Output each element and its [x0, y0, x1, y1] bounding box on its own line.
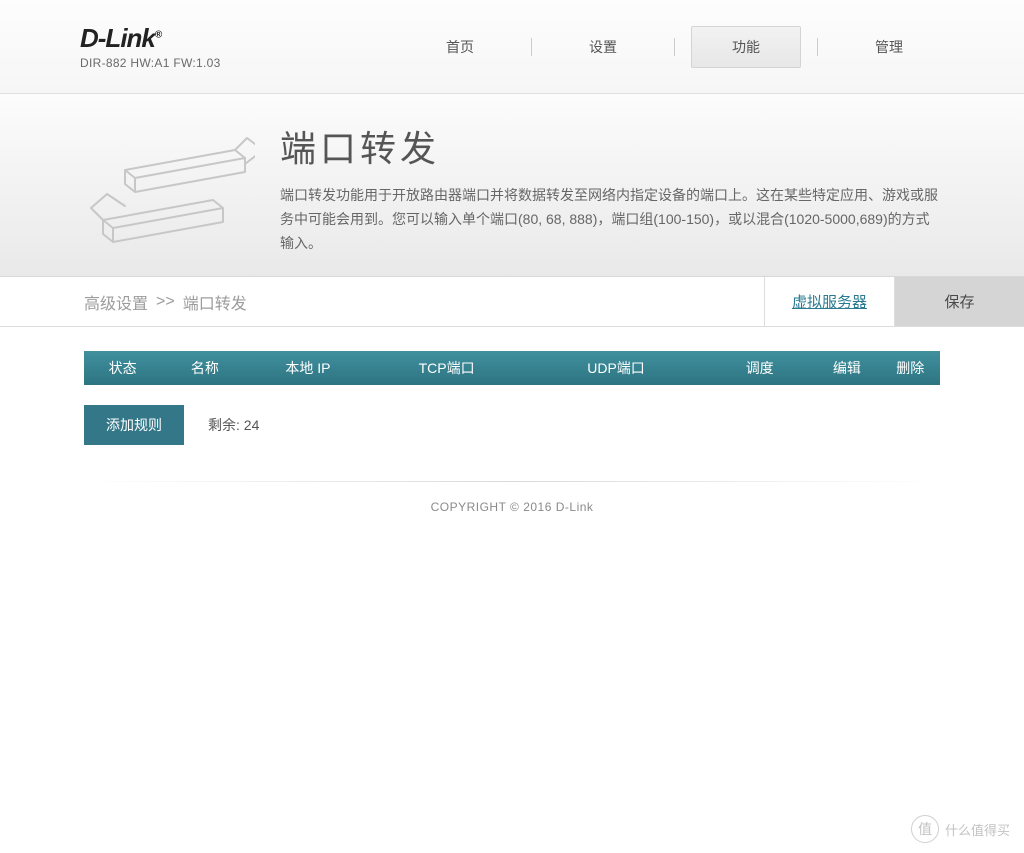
col-tcp-port: TCP端口 [367, 358, 526, 378]
watermark-text: 什么值得买 [945, 820, 1010, 839]
page-description: 端口转发功能用于开放路由器端口并将数据转发至网络内指定设备的端口上。这在某些特定… [280, 184, 940, 255]
footer-divider [84, 481, 940, 482]
col-local-ip: 本地 IP [248, 358, 367, 378]
breadcrumb: 高级设置 >> 端口转发 [0, 277, 764, 326]
remaining-count: 剩余: 24 [208, 415, 259, 435]
breadcrumb-current: 端口转发 [183, 290, 247, 314]
col-status: 状态 [84, 358, 161, 378]
nav-home[interactable]: 首页 [405, 27, 515, 67]
col-delete: 删除 [881, 358, 940, 378]
brand-logo: D-Link® [80, 23, 221, 54]
table-header: 状态 名称 本地 IP TCP端口 UDP端口 调度 编辑 删除 [84, 351, 940, 385]
save-button[interactable]: 保存 [894, 277, 1024, 326]
col-udp-port: UDP端口 [526, 358, 706, 378]
nav-separator [674, 38, 675, 56]
col-edit: 编辑 [813, 358, 880, 378]
nav-settings[interactable]: 设置 [548, 27, 658, 67]
model-info: DIR-882 HW:A1 FW:1.03 [80, 56, 221, 70]
col-schedule: 调度 [706, 358, 813, 378]
breadcrumb-root[interactable]: 高级设置 [84, 290, 148, 314]
breadcrumb-separator: >> [156, 293, 175, 311]
add-rule-button[interactable]: 添加规则 [84, 405, 184, 445]
nav-separator [531, 38, 532, 56]
watermark-badge-icon: 值 [911, 815, 939, 843]
nav-admin[interactable]: 管理 [834, 27, 944, 67]
main-nav: 首页 设置 功能 管理 [405, 26, 944, 68]
page-title: 端口转发 [280, 120, 940, 172]
copyright-text: COPYRIGHT © 2016 D-Link [0, 500, 1024, 514]
tab-virtual-server[interactable]: 虚拟服务器 [764, 277, 894, 326]
port-forward-icon [80, 114, 260, 274]
watermark: 值 什么值得买 [911, 815, 1010, 843]
nav-separator [817, 38, 818, 56]
nav-features[interactable]: 功能 [691, 26, 801, 68]
col-name: 名称 [161, 358, 248, 378]
